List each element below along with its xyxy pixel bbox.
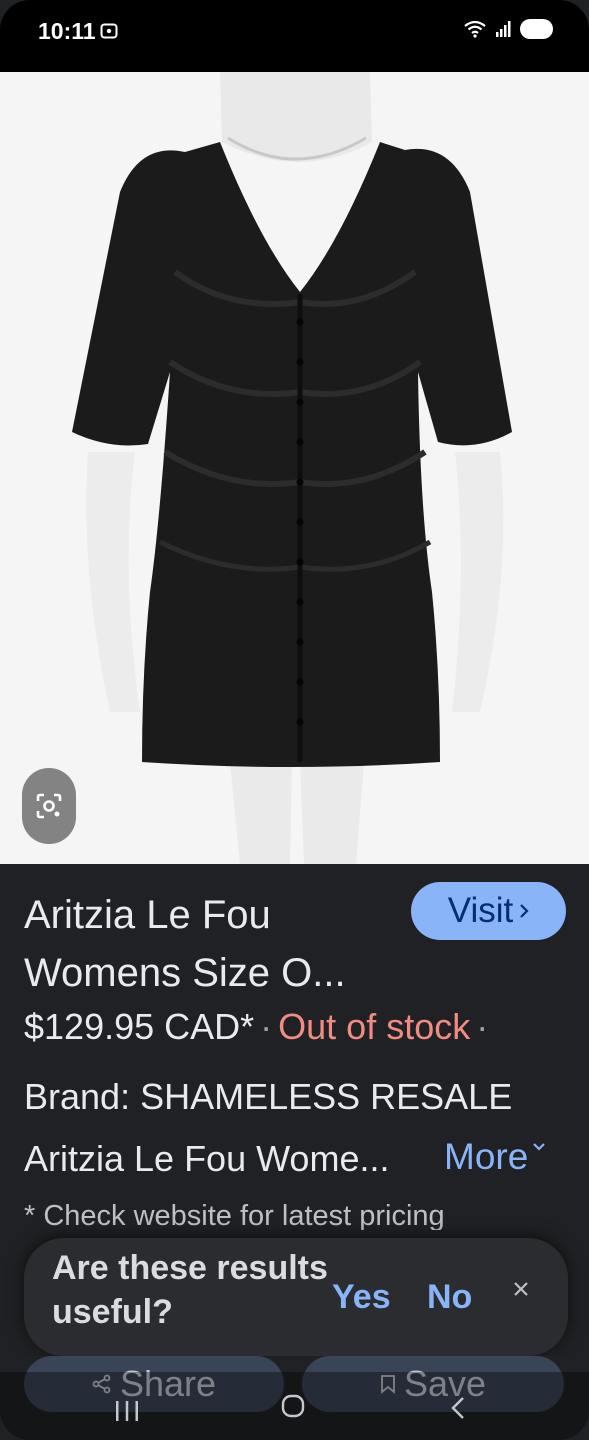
screen-record-icon <box>100 23 118 39</box>
chevron-down-icon <box>533 1143 546 1151</box>
product-title[interactable]: Aritzia Le Fou Womens Size O... <box>24 886 394 1002</box>
pricing-note: * Check website for latest pricing <box>24 1200 445 1230</box>
product-image[interactable] <box>0 72 589 864</box>
status-bar: 10:11 <box>0 0 589 72</box>
stock-status: Out of stock <box>278 1006 471 1047</box>
more-link[interactable]: More <box>444 1136 546 1178</box>
status-time: 10:11 <box>38 18 96 44</box>
battery-icon <box>520 19 553 39</box>
separator: · <box>260 1006 273 1047</box>
feedback-yes-button[interactable]: Yes <box>332 1278 391 1317</box>
nav-recents-icon[interactable] <box>114 1400 140 1422</box>
system-nav-bar <box>0 1372 589 1440</box>
visit-button[interactable]: Visit <box>411 882 566 940</box>
lens-icon <box>36 793 62 819</box>
price-line: $129.95 CAD* · Out of stock · <box>24 1006 494 1048</box>
nav-back-icon[interactable] <box>450 1396 466 1420</box>
description-line: Aritzia Le Fou Wome... <box>24 1138 390 1179</box>
separator-trailing: · <box>476 1006 489 1047</box>
more-label: More <box>444 1136 529 1177</box>
status-icons <box>463 18 555 40</box>
chevron-right-icon <box>520 904 529 918</box>
wifi-icon <box>464 20 486 38</box>
feedback-question: Are these results useful? <box>52 1249 328 1331</box>
brand-line: Brand: SHAMELESS RESALE <box>24 1076 513 1117</box>
close-icon[interactable] <box>510 1278 532 1300</box>
price: $129.95 CAD* <box>24 1006 255 1047</box>
nav-home-icon[interactable] <box>281 1394 305 1418</box>
screen: 10:11 Aritzia Le Fou Womens Size O... Vi… <box>0 0 589 1440</box>
feedback-card: Are these results useful? Yes No <box>24 1238 568 1356</box>
signal-icon <box>496 21 511 37</box>
dress-illustration <box>0 72 589 864</box>
lens-button[interactable] <box>22 768 76 844</box>
feedback-no-button[interactable]: No <box>427 1278 472 1317</box>
visit-label: Visit <box>447 891 514 930</box>
